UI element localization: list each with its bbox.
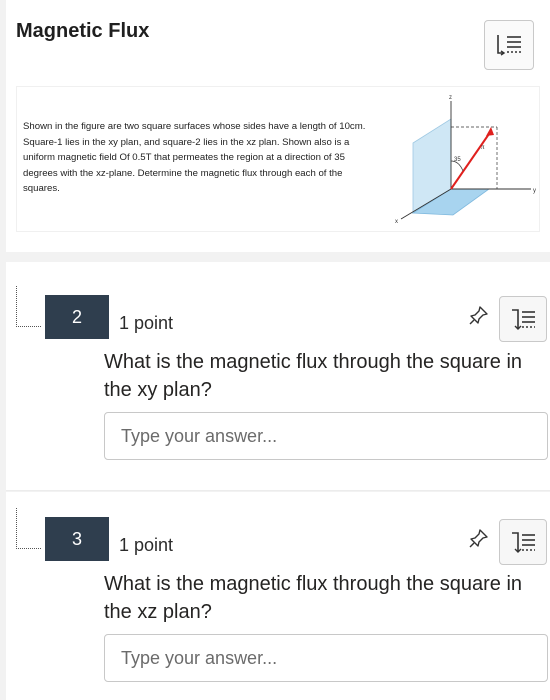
divider (6, 490, 550, 491)
section-title: Magnetic Flux (16, 20, 150, 42)
immersive-reader-button[interactable] (499, 519, 547, 565)
question-points: 1 point (119, 313, 174, 333)
pin-button[interactable] (466, 302, 492, 328)
question-card: 2 1 point What is the magnetic flux thro… (6, 262, 550, 490)
field-label: π (481, 143, 485, 151)
magnetic-flux-figure: z y x 35 π (395, 95, 536, 225)
question-text: What is the magnetic flux through the sq… (104, 351, 523, 401)
pin-button[interactable] (466, 525, 492, 551)
question-number: 3 (45, 517, 109, 561)
problem-text: Shown in the figure are two square surfa… (23, 121, 366, 194)
question-number: 2 (45, 295, 109, 339)
angle-label: 35 (454, 157, 461, 163)
pin-icon (469, 529, 488, 548)
question-drag-marker (16, 508, 41, 549)
question-text: What is the magnetic flux through the sq… (104, 573, 523, 623)
immersive-reader-icon (512, 532, 535, 553)
pin-icon (469, 306, 488, 325)
question-points: 1 point (119, 535, 174, 555)
question-drag-marker (16, 286, 41, 327)
immersive-reader-button[interactable] (484, 20, 534, 70)
section-card: Magnetic Flux Shown in the figure are tw… (6, 0, 550, 252)
answer-input[interactable] (104, 634, 548, 682)
immersive-reader-icon (497, 35, 521, 56)
answer-input[interactable] (104, 412, 548, 460)
immersive-reader-button[interactable] (499, 296, 547, 342)
axis-z-label: z (449, 95, 452, 101)
axis-x-label: x (395, 219, 398, 225)
question-card: 3 1 point What is the magnetic flux thro… (6, 492, 550, 700)
immersive-reader-icon (512, 309, 535, 330)
axis-y-label: y (533, 188, 536, 194)
problem-image: Shown in the figure are two square surfa… (16, 86, 540, 232)
